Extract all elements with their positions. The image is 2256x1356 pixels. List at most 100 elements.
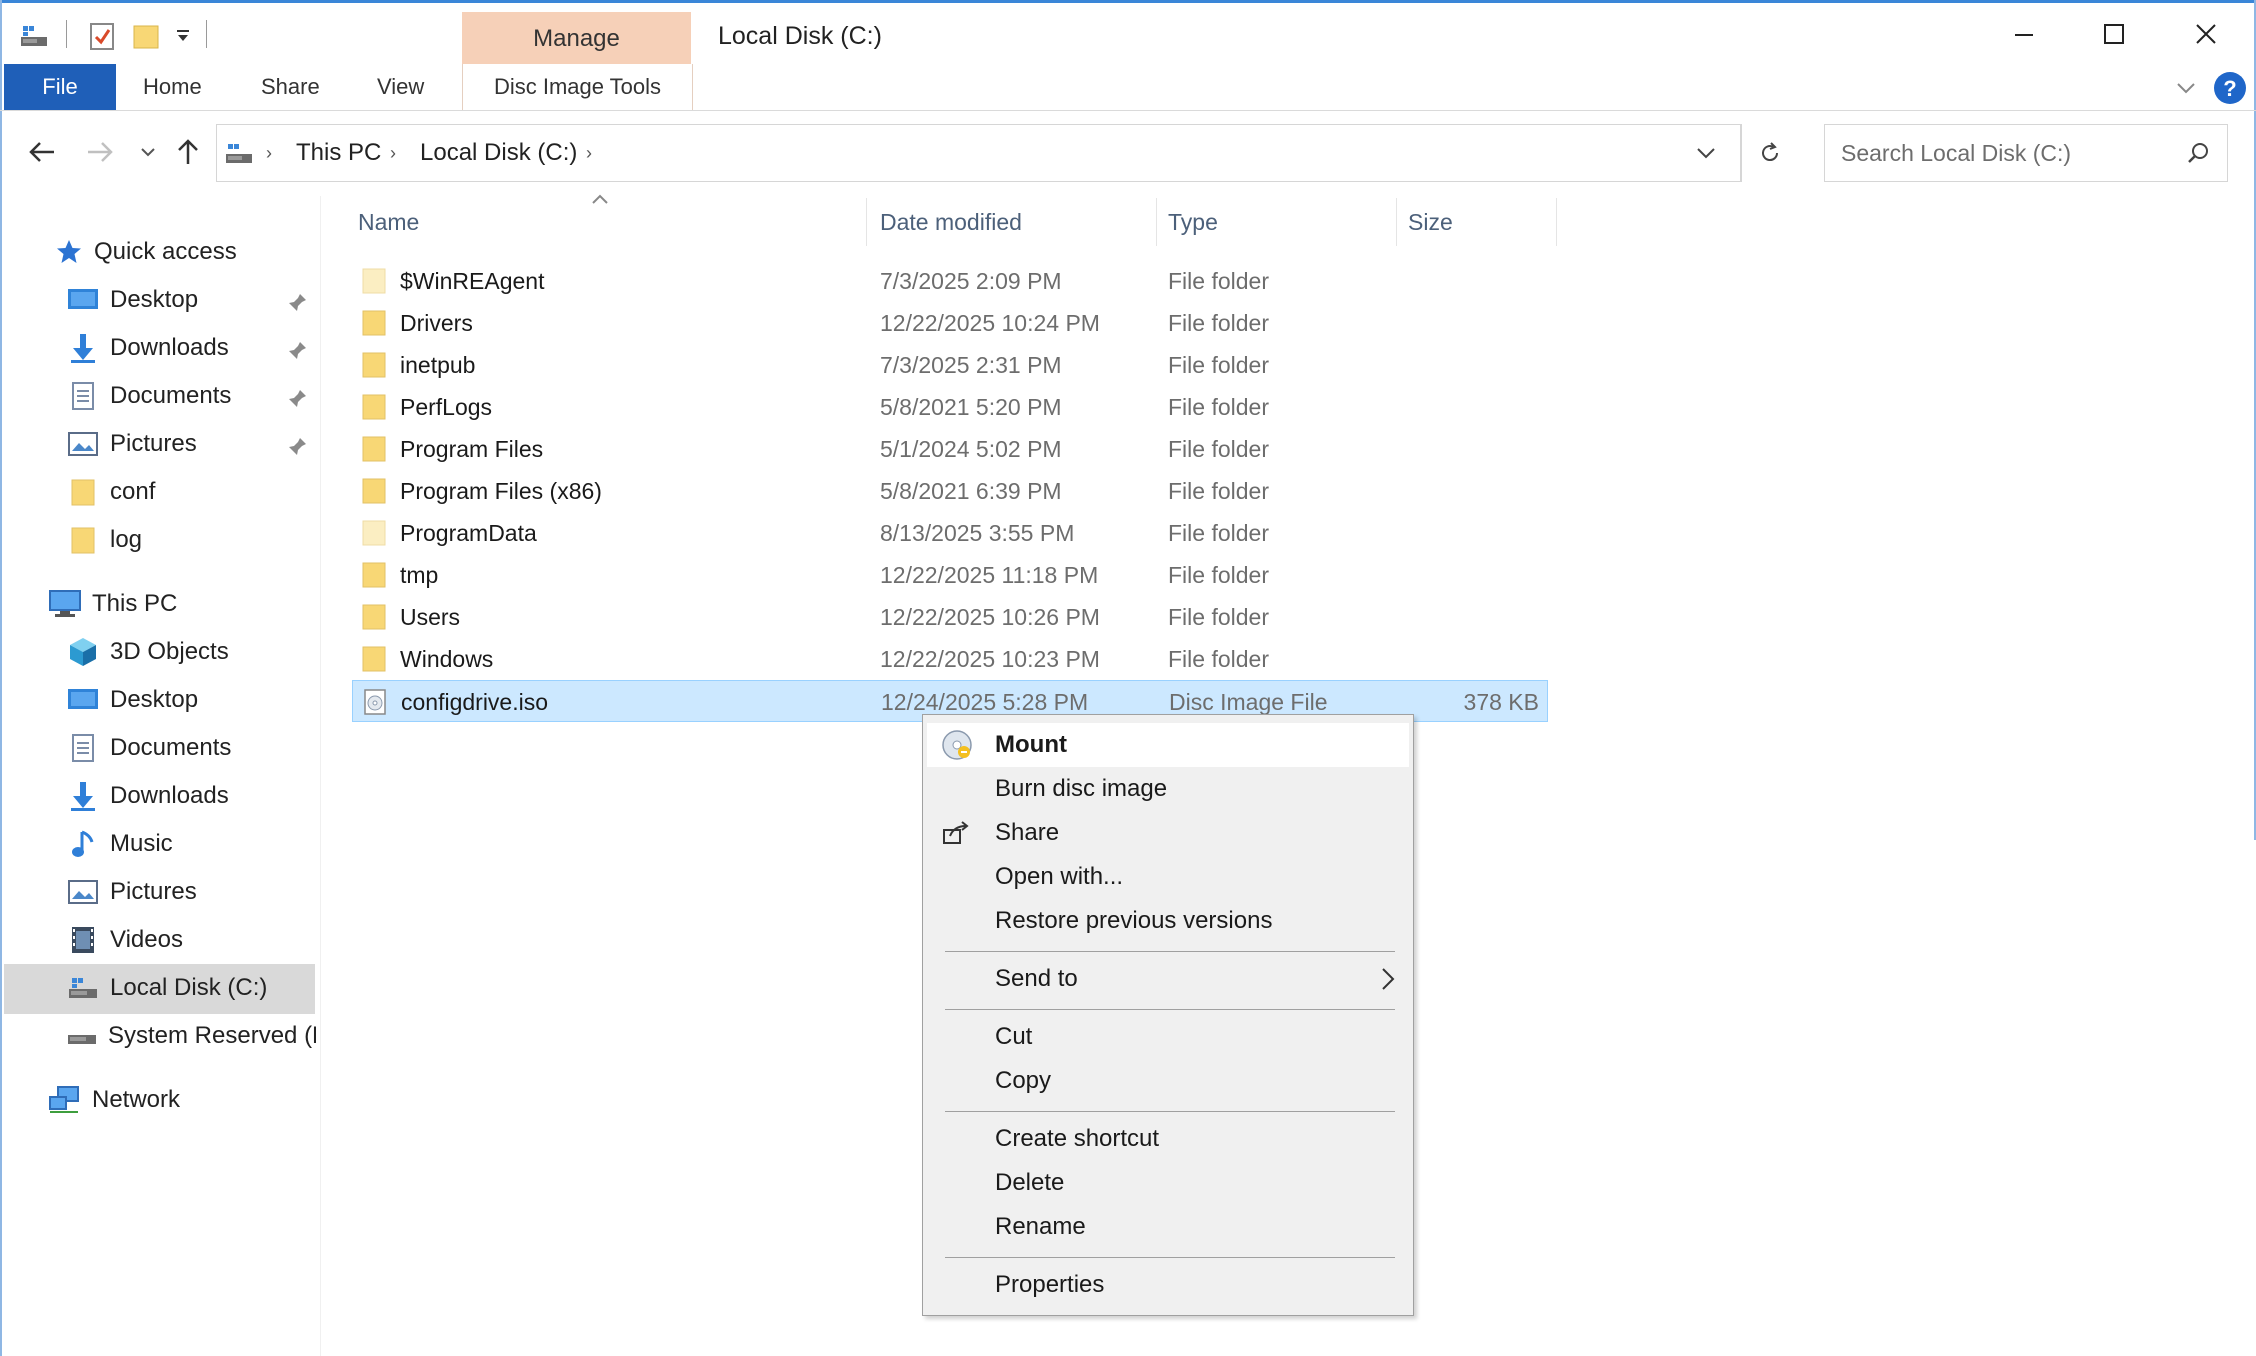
minimize-icon	[2015, 34, 2033, 36]
column-separator[interactable]	[1396, 198, 1397, 246]
file-name: configdrive.iso	[401, 688, 549, 715]
column-header-date-modified[interactable]: Date modified	[880, 200, 1150, 244]
pin-icon[interactable]	[286, 434, 310, 458]
maximize-button[interactable]	[2084, 10, 2144, 58]
manage-label: Manage	[533, 25, 620, 52]
sidebar-quick-access[interactable]: Quick access	[52, 230, 237, 274]
column-separator[interactable]	[1156, 198, 1157, 246]
sidebar-item-documents-pinned[interactable]: Documents	[66, 374, 316, 418]
column-separator[interactable]	[1556, 198, 1557, 246]
menu-item-open-with[interactable]: Open with...	[927, 855, 1409, 899]
menu-item-cut[interactable]: Cut	[927, 1015, 1409, 1059]
pin-icon[interactable]	[286, 290, 310, 314]
tab-disc-image-tools[interactable]: Disc Image Tools	[462, 64, 693, 110]
sidebar-this-pc[interactable]: This PC	[48, 582, 177, 626]
menu-item-rename[interactable]: Rename	[927, 1205, 1409, 1249]
properties-quick-icon[interactable]	[84, 18, 120, 54]
file-row[interactable]: Program Files 5/1/2024 5:02 PM File folder	[352, 428, 1548, 470]
svg-text:?: ?	[2223, 76, 2236, 101]
file-row[interactable]: Windows 12/22/2025 10:23 PM File folder	[352, 638, 1548, 680]
column-header-name[interactable]: Name	[358, 200, 858, 244]
sidebar-item-downloads[interactable]: Downloads	[66, 774, 229, 818]
drive-title-icon[interactable]	[16, 18, 52, 54]
menu-item-burn-disc-image[interactable]: Burn disc image	[927, 767, 1409, 811]
tab-home[interactable]: Home	[143, 64, 202, 110]
sidebar-item-pictures-pinned[interactable]: Pictures	[66, 422, 316, 466]
sidebar-item-conf[interactable]: conf	[66, 470, 316, 514]
sidebar-network[interactable]: Network	[48, 1078, 180, 1122]
address-drive-icon	[224, 124, 254, 182]
expand-ribbon-button[interactable]	[2172, 74, 2200, 102]
desktop-icon	[66, 283, 100, 317]
breadcrumb-local-disk[interactable]: Local Disk (C:)	[420, 124, 577, 182]
menu-item-delete[interactable]: Delete	[927, 1161, 1409, 1205]
downloads-icon	[66, 331, 100, 365]
breadcrumb-this-pc[interactable]: This PC	[296, 124, 381, 182]
close-button[interactable]	[2176, 10, 2236, 58]
breadcrumb-separator-icon[interactable]: ›	[390, 124, 396, 182]
manage-contextual-tab[interactable]: Manage	[462, 12, 691, 66]
up-button[interactable]	[168, 132, 208, 172]
search-input[interactable]: Search Local Disk (C:)	[1824, 124, 2228, 182]
menu-separator	[945, 951, 1395, 952]
file-row[interactable]: Program Files (x86) 5/8/2021 6:39 PM File …	[352, 470, 1548, 512]
tab-file[interactable]: File	[4, 64, 116, 110]
file-row[interactable]: tmp 12/22/2025 11:18 PM File folder	[352, 554, 1548, 596]
folder-icon	[360, 561, 388, 589]
sidebar-item-downloads-pinned[interactable]: Downloads	[66, 326, 316, 370]
column-separator[interactable]	[866, 198, 867, 246]
file-row[interactable]: Drivers 12/22/2025 10:24 PM File folder	[352, 302, 1548, 344]
back-button[interactable]	[22, 132, 62, 172]
sidebar-item-system-reserved[interactable]: System Reserved (D	[66, 1014, 316, 1058]
menu-item-properties[interactable]: Properties	[927, 1263, 1409, 1307]
downloads-icon	[66, 779, 100, 813]
sidebar-item-music[interactable]: Music	[66, 822, 173, 866]
sidebar-item-local-disk[interactable]: Local Disk (C:)	[66, 966, 267, 1010]
help-button[interactable]: ?	[2212, 70, 2248, 106]
new-folder-quick-icon[interactable]	[128, 18, 164, 54]
minimize-button[interactable]	[1994, 10, 2054, 58]
file-name: Program Files	[400, 435, 544, 462]
menu-item-share[interactable]: Share	[927, 811, 1409, 855]
file-row[interactable]: ProgramData 8/13/2025 3:55 PM File folder	[352, 512, 1548, 554]
file-row[interactable]: Users 12/22/2025 10:26 PM File folder	[352, 596, 1548, 638]
file-type: File folder	[1168, 435, 1269, 462]
menu-item-restore-previous-versions[interactable]: Restore previous versions	[927, 899, 1409, 943]
recent-locations-button[interactable]	[128, 132, 168, 172]
pin-icon[interactable]	[286, 386, 310, 410]
menu-item-send-to[interactable]: Send to	[927, 957, 1409, 1001]
customize-qa-dropdown-icon[interactable]	[170, 18, 196, 54]
file-row[interactable]: $WinREAgent 7/3/2025 2:09 PM File folder	[352, 260, 1548, 302]
breadcrumb-separator-icon[interactable]: ›	[266, 124, 272, 182]
menu-item-label: Share	[995, 819, 1060, 846]
address-history-dropdown[interactable]	[1696, 124, 1716, 182]
file-row[interactable]: inetpub 7/3/2025 2:31 PM File folder	[352, 344, 1548, 386]
breadcrumb-separator-icon[interactable]: ›	[586, 124, 592, 182]
folder-icon	[360, 477, 388, 505]
pin-icon[interactable]	[286, 338, 310, 362]
sidebar-item-documents[interactable]: Documents	[66, 726, 231, 770]
3d-objects-icon	[66, 635, 100, 669]
column-header-size[interactable]: Size	[1408, 200, 1548, 244]
search-icon[interactable]	[2186, 140, 2212, 166]
sidebar-item-label: Local Disk (C:)	[110, 974, 268, 1001]
column-header-type[interactable]: Type	[1168, 200, 1388, 244]
sidebar-item-videos[interactable]: Videos	[66, 918, 183, 962]
sidebar-item-label: Music	[110, 830, 173, 857]
sidebar-item-pictures[interactable]: Pictures	[66, 870, 197, 914]
menu-item-mount[interactable]: Mount	[927, 723, 1409, 767]
tab-view[interactable]: View	[377, 64, 424, 110]
sidebar-item-desktop[interactable]: Desktop	[66, 678, 198, 722]
refresh-button[interactable]	[1748, 124, 1792, 182]
menu-item-copy[interactable]: Copy	[927, 1059, 1409, 1103]
menu-item-create-shortcut[interactable]: Create shortcut	[927, 1117, 1409, 1161]
sidebar-item-log[interactable]: log	[66, 518, 316, 562]
sidebar-item-desktop-pinned[interactable]: Desktop	[66, 278, 316, 322]
sidebar-item-3d-objects[interactable]: 3D Objects	[66, 630, 229, 674]
forward-button[interactable]	[80, 132, 120, 172]
file-row[interactable]: PerfLogs 5/8/2021 5:20 PM File folder	[352, 386, 1548, 428]
tab-share[interactable]: Share	[261, 64, 320, 110]
file-name: Users	[400, 603, 461, 630]
file-date-modified: 5/1/2024 5:02 PM	[880, 435, 1062, 462]
window-title: Local Disk (C:)	[718, 22, 882, 50]
